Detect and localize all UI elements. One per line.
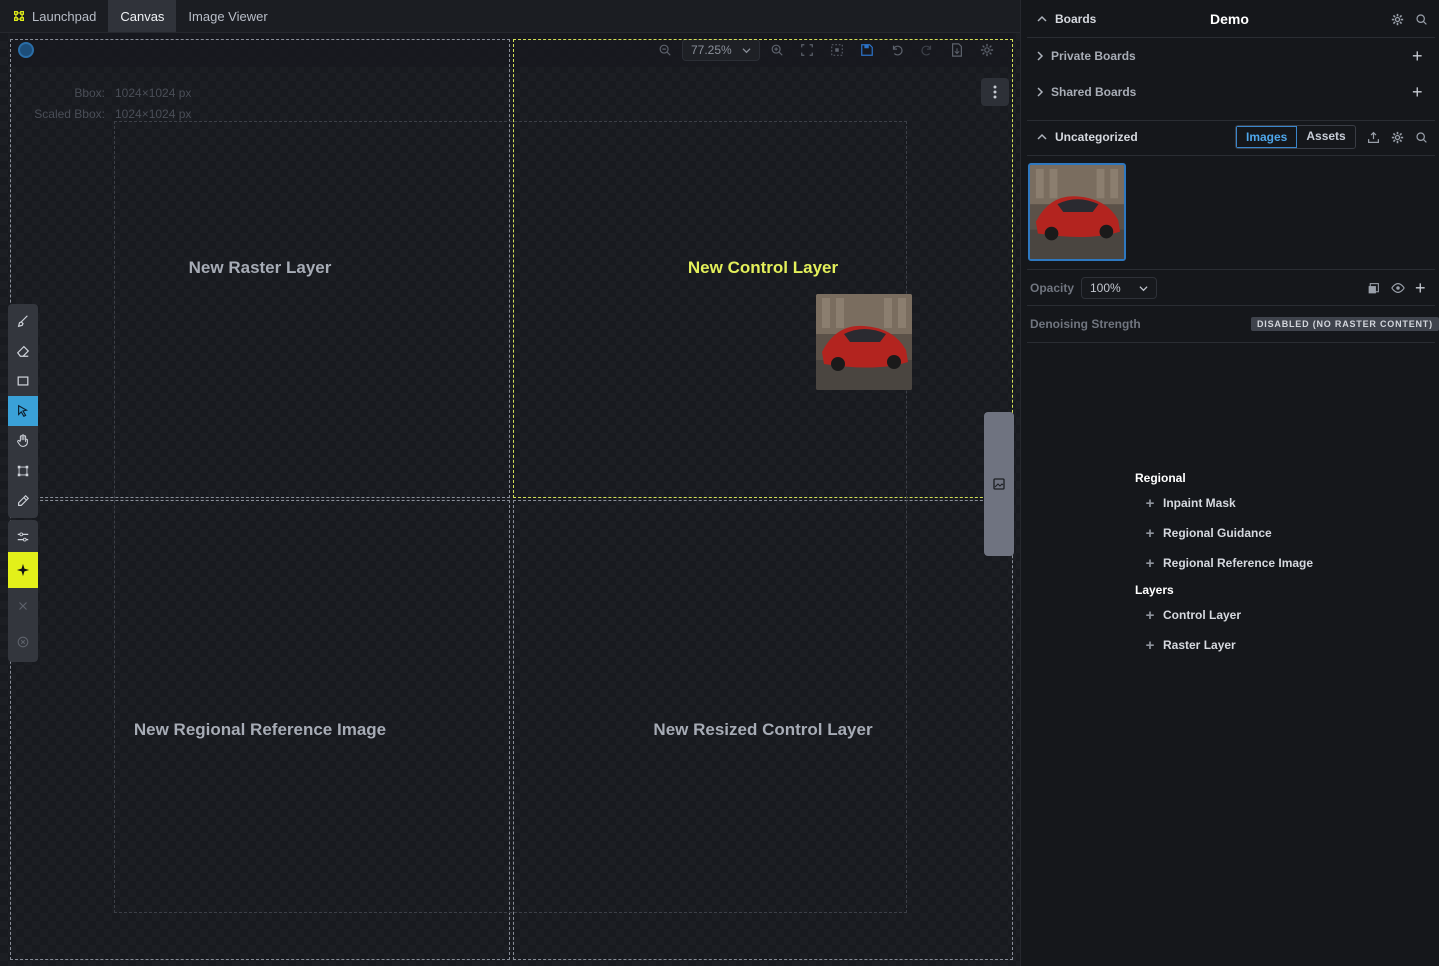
add-regional-guidance[interactable]: + Regional Guidance	[1135, 518, 1395, 548]
opacity-value: 100%	[1090, 281, 1121, 295]
chevron-up-icon	[1037, 15, 1047, 22]
plus-icon: +	[1145, 554, 1155, 572]
bbox-outline	[114, 121, 907, 913]
opacity-select[interactable]: 100%	[1081, 277, 1157, 299]
add-private-board-button[interactable]: +	[1412, 46, 1423, 67]
settings-sliders-button[interactable]	[8, 522, 38, 552]
cancel-all-button[interactable]	[8, 624, 38, 660]
denoise-label: Denoising Strength	[1030, 317, 1141, 331]
tool-palette	[8, 304, 38, 518]
upload-icon[interactable]	[1367, 131, 1380, 144]
images-tab[interactable]: Images	[1236, 126, 1298, 148]
gear-icon[interactable]	[1391, 13, 1404, 26]
move-tool[interactable]	[8, 396, 38, 426]
tab-label: Image Viewer	[188, 8, 268, 24]
eraser-icon	[16, 345, 30, 357]
tab-label: Launchpad	[32, 8, 97, 24]
brush-icon	[17, 315, 28, 328]
menu-item-label: Regional Guidance	[1163, 526, 1272, 540]
plus-icon: +	[1145, 636, 1155, 654]
chevron-right-icon	[1037, 87, 1044, 97]
shared-boards-label: Shared Boards	[1051, 85, 1137, 99]
layers-heading: Layers	[1135, 583, 1174, 597]
gallery-image-thumbnail[interactable]	[1028, 163, 1126, 261]
search-icon[interactable]	[1415, 131, 1428, 144]
action-palette	[8, 520, 38, 662]
bbox-tool[interactable]	[8, 456, 38, 486]
add-layer-button[interactable]: +	[1415, 278, 1426, 299]
duplicate-icon[interactable]	[1367, 282, 1380, 295]
menu-item-label: Regional Reference Image	[1163, 556, 1314, 570]
denoise-status-badge: DISABLED (NO RASTER CONTENT)	[1251, 317, 1439, 331]
shared-boards-row[interactable]: Shared Boards +	[1021, 81, 1439, 103]
images-icon	[993, 478, 1005, 490]
tab-canvas[interactable]: Canvas	[108, 0, 177, 32]
dragged-image-thumbnail	[816, 294, 912, 390]
add-raster-layer[interactable]: + Raster Layer	[1135, 630, 1395, 660]
menu-item-label: Raster Layer	[1163, 638, 1236, 652]
plus-icon: +	[1145, 524, 1155, 542]
search-icon[interactable]	[1415, 13, 1428, 26]
add-inpaint-mask[interactable]: + Inpaint Mask	[1135, 488, 1395, 518]
rectangle-tool[interactable]	[8, 366, 38, 396]
boards-label: Boards	[1055, 12, 1097, 26]
tab-label: Canvas	[120, 8, 165, 24]
uncategorized-label: Uncategorized	[1055, 130, 1138, 144]
regional-heading: Regional	[1135, 471, 1186, 485]
chevron-right-icon	[1037, 51, 1044, 61]
cursor-icon	[18, 404, 29, 417]
menu-item-label: Control Layer	[1163, 608, 1242, 622]
top-tab-bar: Launchpad Canvas Image Viewer	[0, 0, 1020, 33]
board-name: Demo	[1210, 11, 1249, 27]
zone-label-raster: New Raster Layer	[188, 258, 332, 277]
gear-icon[interactable]	[1391, 131, 1404, 144]
eyedropper-icon	[18, 494, 30, 506]
add-layer-menu: Regional + Inpaint Mask + Regional Guidanc…	[1135, 468, 1395, 660]
private-boards-row[interactable]: Private Boards +	[1021, 45, 1439, 67]
add-regional-reference-image[interactable]: + Regional Reference Image	[1135, 548, 1395, 578]
brush-tool[interactable]	[8, 306, 38, 336]
kebab-menu-icon	[993, 85, 997, 99]
plus-icon: +	[1145, 606, 1155, 624]
zone-label-regional-ref: New Regional Reference Image	[133, 720, 387, 739]
boards-toggle[interactable]: Boards	[1035, 12, 1096, 26]
color-picker-tool[interactable]	[8, 486, 38, 516]
more-options-button[interactable]	[981, 78, 1009, 106]
sparkle-icon	[16, 563, 30, 577]
tab-image-viewer[interactable]: Image Viewer	[176, 0, 279, 32]
chevron-down-icon	[1139, 285, 1148, 291]
launchpad-icon	[14, 11, 24, 21]
circle-x-icon	[17, 636, 29, 648]
private-boards-label: Private Boards	[1051, 49, 1136, 63]
sliders-icon	[17, 532, 29, 542]
gallery-view-toggle: Images Assets	[1235, 125, 1356, 149]
add-control-layer[interactable]: + Control Layer	[1135, 600, 1395, 630]
canvas-area[interactable]: 77.25% Bbox: 1024×1024 px Scaled Bbox: 102…	[0, 33, 1020, 966]
plus-icon: +	[1145, 494, 1155, 512]
bbox-icon	[17, 465, 29, 477]
uncategorized-toggle[interactable]: Uncategorized	[1035, 130, 1138, 144]
tab-launchpad[interactable]: Launchpad	[0, 0, 108, 32]
eye-icon[interactable]	[1391, 281, 1405, 295]
chevron-up-icon	[1037, 133, 1047, 140]
add-shared-board-button[interactable]: +	[1412, 82, 1423, 103]
zone-label-control: New Control Layer	[687, 258, 839, 277]
assets-tab[interactable]: Assets	[1297, 126, 1354, 148]
invoke-button[interactable]	[8, 552, 38, 588]
view-tool[interactable]	[8, 426, 38, 456]
zone-label-resized-control: New Resized Control Layer	[653, 720, 873, 739]
menu-item-label: Inpaint Mask	[1163, 496, 1236, 510]
opacity-label: Opacity	[1030, 281, 1075, 295]
hand-icon	[17, 434, 28, 447]
panel-toggle-handle[interactable]	[984, 412, 1014, 556]
rectangle-icon	[17, 376, 29, 386]
close-icon	[19, 602, 27, 610]
cancel-button[interactable]	[8, 588, 38, 624]
eraser-tool[interactable]	[8, 336, 38, 366]
